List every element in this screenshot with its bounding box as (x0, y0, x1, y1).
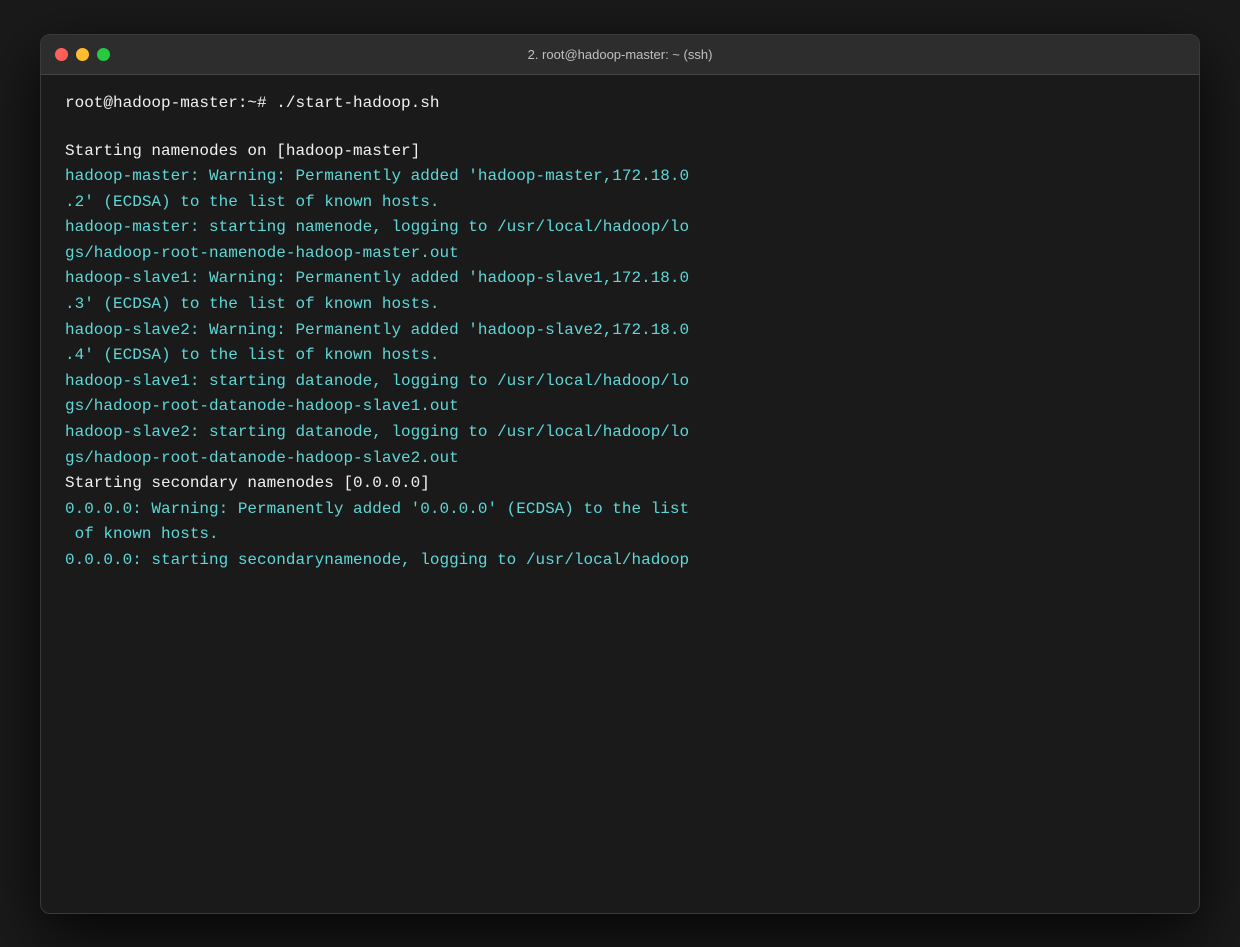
output-line: hadoop-slave1: starting datanode, loggin… (65, 369, 1175, 395)
output-line: gs/hadoop-root-datanode-hadoop-slave2.ou… (65, 446, 1175, 472)
traffic-lights (55, 48, 110, 61)
minimize-button[interactable] (76, 48, 89, 61)
output-line: of known hosts. (65, 522, 1175, 548)
output-line: 0.0.0.0: starting secondarynamenode, log… (65, 548, 1175, 574)
prompt-line: root@hadoop-master:~# ./start-hadoop.sh (65, 91, 1175, 115)
terminal-window: 2. root@hadoop-master: ~ (ssh) root@hado… (40, 34, 1200, 914)
output-line: .2' (ECDSA) to the list of known hosts. (65, 190, 1175, 216)
output-line: 0.0.0.0: Warning: Permanently added '0.0… (65, 497, 1175, 523)
output-line: .3' (ECDSA) to the list of known hosts. (65, 292, 1175, 318)
output-line: gs/hadoop-root-datanode-hadoop-slave1.ou… (65, 394, 1175, 420)
output-line: hadoop-slave2: starting datanode, loggin… (65, 420, 1175, 446)
output-line: gs/hadoop-root-namenode-hadoop-master.ou… (65, 241, 1175, 267)
output-line: hadoop-master: Warning: Permanently adde… (65, 164, 1175, 190)
close-button[interactable] (55, 48, 68, 61)
title-bar: 2. root@hadoop-master: ~ (ssh) (41, 35, 1199, 75)
terminal-body[interactable]: root@hadoop-master:~# ./start-hadoop.sh … (41, 75, 1199, 913)
output-line: Starting namenodes on [hadoop-master] (65, 139, 1175, 165)
maximize-button[interactable] (97, 48, 110, 61)
window-title: 2. root@hadoop-master: ~ (ssh) (528, 47, 713, 62)
output-block: Starting namenodes on [hadoop-master]had… (65, 139, 1175, 574)
output-line: Starting secondary namenodes [0.0.0.0] (65, 471, 1175, 497)
output-line: hadoop-master: starting namenode, loggin… (65, 215, 1175, 241)
output-line: hadoop-slave1: Warning: Permanently adde… (65, 266, 1175, 292)
output-line: hadoop-slave2: Warning: Permanently adde… (65, 318, 1175, 344)
output-line: .4' (ECDSA) to the list of known hosts. (65, 343, 1175, 369)
